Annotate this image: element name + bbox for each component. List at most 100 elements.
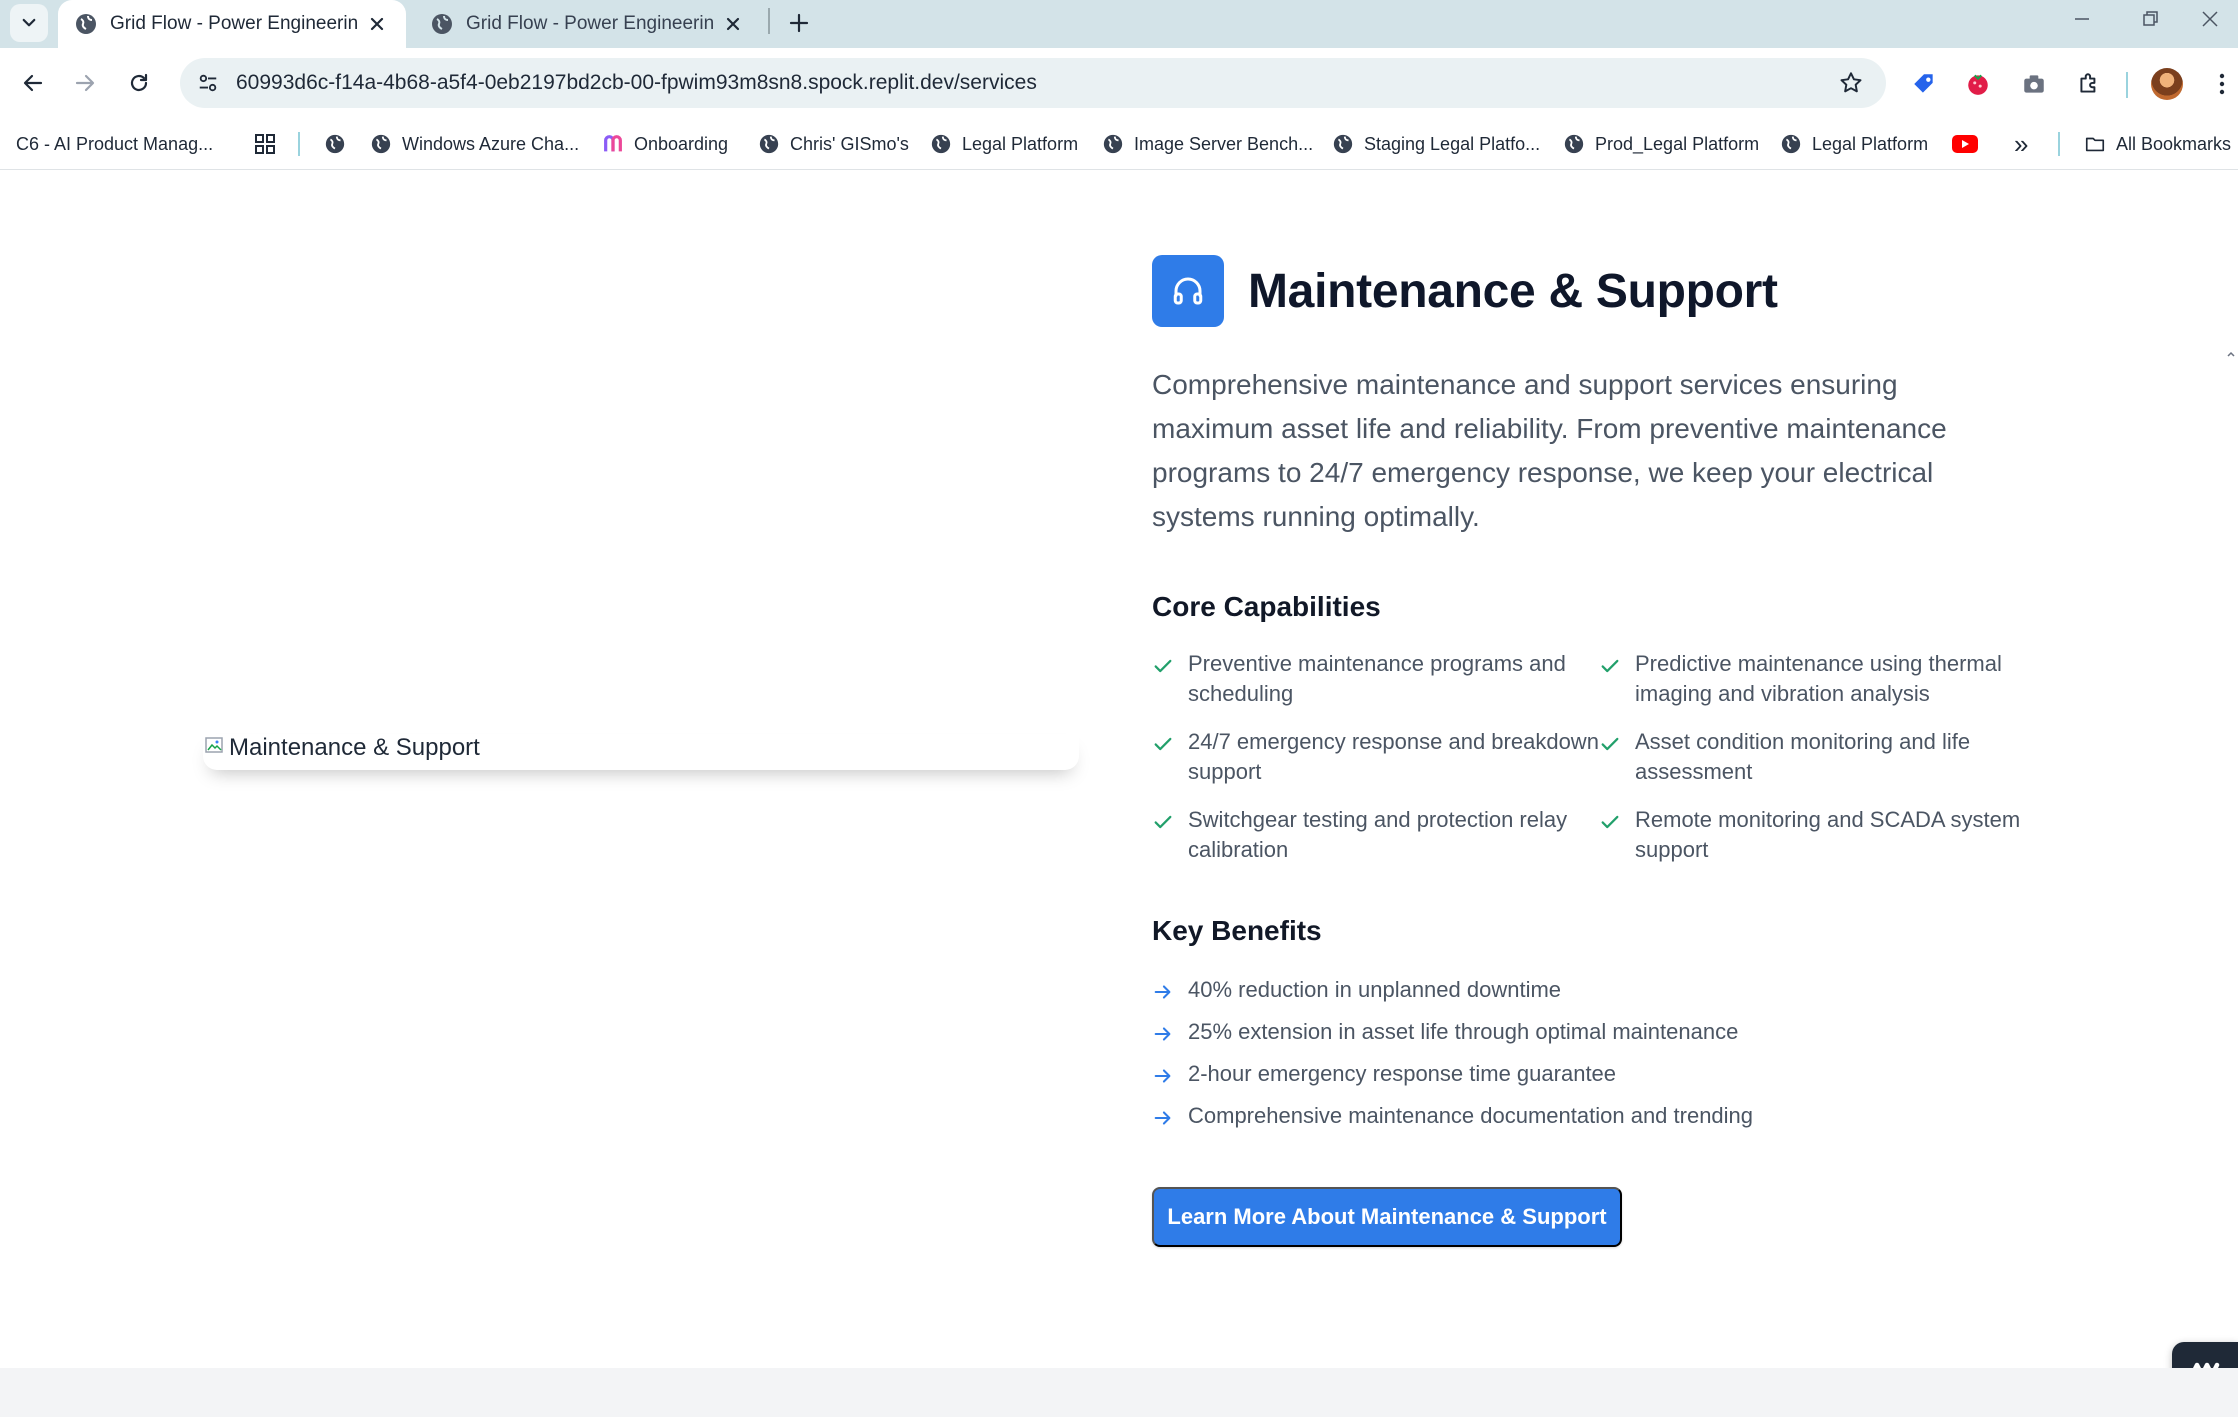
forward-button[interactable] [64,62,106,104]
bookmark-item[interactable]: Onboarding [602,128,728,160]
bookmark-label: Image Server Bench... [1134,133,1314,154]
capability-text: 24/7 emergency response and breakdown su… [1188,729,1599,784]
tab-title: Grid Flow - Power Engineering Services [466,13,714,34]
folder-icon [2085,137,2105,152]
bookmark-label: Legal Platform [1812,133,1929,154]
headphones-icon [1173,277,1203,305]
check-icon [1601,659,1619,673]
restore-button[interactable] [2120,0,2180,38]
bookmark-item[interactable]: Prod_Legal Platform [1563,128,1759,160]
bookmark-star-button[interactable] [1836,68,1866,98]
globe-icon [325,134,345,154]
extension-button[interactable] [1962,68,1994,100]
tab-close-button[interactable] [722,13,744,35]
benefits-heading: Key Benefits [1152,915,1322,946]
youtube-icon [1952,135,1978,153]
bookmark-item[interactable] [324,128,356,160]
browser-menu-button[interactable] [2206,68,2238,100]
arrow-right-icon [1154,1027,1171,1041]
capability-text: Preventive maintenance programs and sche… [1188,651,1566,706]
bookmark-item[interactable]: Legal Platform [930,128,1078,160]
bookmarks-overflow-button[interactable]: » [2014,128,2028,160]
minimize-icon [2075,18,2089,20]
capability-item: Asset condition monitoring and life asse… [1599,727,2029,787]
title-row: Maintenance & Support [1152,255,2032,327]
arrow-right-icon [1154,1111,1171,1125]
image-alt-text: Maintenance & Support [229,734,480,761]
url-text[interactable]: 60993d6c-f14a-4b68-a5f4-0eb2197bd2cb-00-… [236,71,1037,95]
bookmark-label: Legal Platform [962,133,1079,154]
footer-section [0,1368,2238,1417]
bookmark-item[interactable]: C6 - AI Product Manag... [16,128,213,160]
onboarding-logo-icon [604,135,622,152]
broken-image-icon [205,737,223,753]
capability-item: Predictive maintenance using thermal ima… [1599,649,2029,709]
check-icon [1154,737,1172,751]
close-window-button[interactable] [2180,0,2238,38]
extensions-button[interactable] [2073,68,2105,100]
puzzle-icon [2080,73,2096,93]
arrow-right-icon [1154,985,1171,999]
bookmark-label: Windows Azure Cha... [402,133,580,154]
address-bar[interactable]: 60993d6c-f14a-4b68-a5f4-0eb2197bd2cb-00-… [180,58,1886,108]
service-image: Maintenance & Support [203,734,1079,770]
page-viewport: Maintenance & Support Maintenance & Supp… [0,171,2238,1417]
plus-icon [789,13,809,33]
bookmark-item[interactable]: Chris' GISmo's [758,128,909,160]
globe-icon [432,14,452,34]
capabilities-list: Preventive maintenance programs and sche… [1152,649,2032,865]
minimize-button[interactable] [2052,0,2112,38]
scroll-up-icon[interactable] [2226,349,2236,359]
screenshot-extension-button[interactable] [2018,68,2050,100]
globe-icon [76,14,96,34]
bookmark-label: All Bookmarks [2116,133,2232,154]
bookmark-item[interactable]: Windows Azure Cha... [370,128,579,160]
bookmark-item[interactable] [1952,128,1978,160]
browser-toolbar: 60993d6c-f14a-4b68-a5f4-0eb2197bd2cb-00-… [0,48,2238,118]
tag-extension-icon [1914,74,1933,93]
bookmark-item[interactable]: Image Server Bench... [1102,128,1313,160]
reload-button[interactable] [118,62,160,104]
service-content: Maintenance & Support Comprehensive main… [1152,255,2032,1143]
all-bookmarks-button[interactable]: All Bookmarks [2084,128,2231,160]
browser-tab[interactable]: Grid Flow - Power Engineering Services [414,0,762,48]
tab-close-button[interactable] [366,13,388,35]
check-icon [1154,815,1172,829]
arrow-left-icon [23,74,43,92]
browser-tabstrip: Grid Flow - Power Engineering Services G… [0,0,2238,48]
star-icon [1840,72,1862,93]
bookmark-label: Chris' GISmo's [790,133,909,154]
back-button[interactable] [12,62,54,104]
benefit-text: 25% extension in asset life through opti… [1188,1019,1739,1044]
capability-item: Remote monitoring and SCADA system suppo… [1599,805,2029,865]
apps-button[interactable] [254,128,276,160]
capability-text: Asset condition monitoring and life asse… [1635,729,1971,784]
learn-more-button[interactable]: Learn More About Maintenance & Support [1152,1187,1622,1247]
arrow-right-icon [75,74,95,92]
close-icon [370,17,384,31]
globe-icon [1103,134,1123,154]
tab-search-button[interactable] [10,4,48,42]
tab-title: Grid Flow - Power Engineering Services [110,13,358,34]
benefit-item: 2-hour emergency response time guarantee [1152,1059,2032,1089]
capability-text: Remote monitoring and SCADA system suppo… [1635,807,2021,862]
bookmark-item[interactable]: Legal Platform [1780,128,1928,160]
bookmark-item[interactable]: Staging Legal Platfo... [1332,128,1540,160]
check-icon [1154,659,1172,673]
camera-icon [2024,75,2044,93]
capability-text: Switchgear testing and protection relay … [1188,807,1568,862]
site-info-button[interactable] [188,63,228,103]
globe-icon [1564,134,1584,154]
browser-tab-active[interactable]: Grid Flow - Power Engineering Services [58,0,406,48]
extension-button[interactable] [1908,68,1940,100]
globe-icon [759,134,779,154]
globe-icon [371,134,391,154]
bookmark-label: Staging Legal Platfo... [1364,133,1541,154]
globe-icon [1781,134,1801,154]
overflow-label: » [2014,129,2029,159]
new-tab-button[interactable] [780,4,818,42]
tab-separator [768,8,770,34]
apps-grid-icon [255,134,275,154]
capability-text: Predictive maintenance using thermal ima… [1635,651,2002,706]
profile-avatar[interactable] [2151,68,2183,100]
